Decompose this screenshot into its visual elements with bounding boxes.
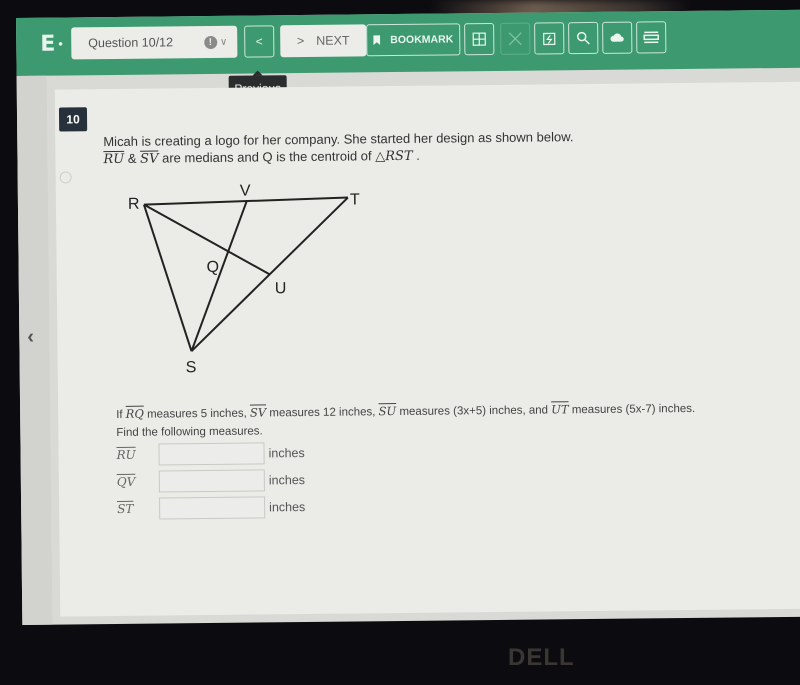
search-button[interactable] (568, 21, 599, 55)
question-number: 10 (58, 107, 88, 132)
label-r: R (128, 196, 140, 213)
given-information: If RQ measures 5 inches, SV measures 12 … (116, 399, 695, 442)
calculator-icon (543, 32, 556, 46)
question-prompt: Micah is creating a logo for her company… (103, 129, 574, 168)
toolbar: E • Question 10/12 ! ∨ < > NEXT BOOKMARK (16, 9, 800, 76)
close-icon (508, 32, 522, 46)
ru-input[interactable] (158, 442, 265, 466)
unit-label: inches (269, 499, 306, 515)
label-s: S (186, 359, 197, 376)
triangle-diagram: R V T Q U S (128, 183, 360, 377)
unit-label: inches (268, 472, 306, 488)
label-u: U (275, 280, 287, 297)
question-selector[interactable]: Question 10/12 ! ∨ (71, 25, 238, 60)
label-v: V (240, 183, 251, 200)
answer-label: RU (116, 447, 136, 462)
chevron-right-icon: > (296, 33, 305, 49)
qv-input[interactable] (158, 469, 265, 493)
search-icon (576, 31, 590, 45)
answer-row-ru: RU inches (116, 441, 305, 467)
cloud-button[interactable] (602, 21, 633, 54)
answer-row-qv: QV inches (117, 468, 305, 494)
bookmark-button[interactable]: BOOKMARK (366, 23, 461, 57)
bookmark-label: BOOKMARK (390, 33, 454, 47)
label-t: T (350, 191, 360, 208)
grid-view-button[interactable] (464, 22, 495, 56)
question-selector-label: Question 10/12 (88, 35, 174, 51)
st-input[interactable] (159, 496, 266, 520)
answer-row-st: ST inches (117, 495, 305, 521)
dell-logo: DELL (508, 644, 575, 671)
menu-icon (643, 31, 660, 44)
unit-label: inches (268, 446, 305, 461)
menu-button[interactable] (636, 21, 667, 54)
grid-icon (472, 32, 486, 46)
chevron-down-icon: ∨ (219, 36, 228, 48)
flag-icon (59, 171, 72, 184)
answer-label: ST (117, 501, 134, 516)
calculator-button[interactable] (534, 22, 565, 55)
screen: E• Question 10/12 ! ∨ < > NEXT BOOKMARK (16, 9, 800, 625)
question-card: 10 Micah is creating a logo for her comp… (54, 81, 800, 617)
previous-button[interactable]: < (244, 25, 275, 58)
next-button[interactable]: > NEXT (280, 24, 367, 58)
answer-label: QV (116, 474, 136, 489)
collapse-arrow-icon[interactable]: ‹ (27, 326, 34, 349)
next-label: NEXT (316, 33, 350, 48)
chevron-left-icon: < (255, 34, 263, 49)
bookmark-icon (373, 35, 380, 45)
median-sv (190, 200, 248, 352)
cloud-icon (610, 33, 624, 42)
side-panel: ‹ (16, 75, 53, 625)
alert-icon: ! (203, 35, 218, 49)
eliminate-button[interactable] (500, 22, 531, 55)
label-q: Q (207, 259, 220, 276)
app-logo: E • (40, 31, 64, 57)
